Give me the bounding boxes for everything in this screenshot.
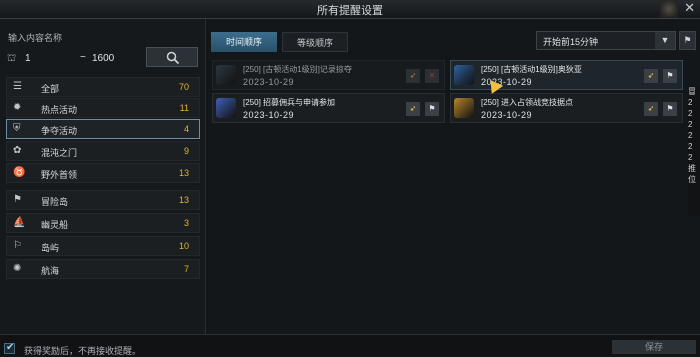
- left-panel: [0, 19, 206, 354]
- event-date: 2023-10-29: [481, 110, 533, 120]
- category-icon: ☰: [13, 81, 22, 92]
- side-glyph: 冒: [688, 87, 696, 96]
- category-count: 9: [183, 146, 189, 156]
- category-item[interactable]: ✹ 热点活动 11: [6, 98, 200, 118]
- category-count: 11: [179, 103, 189, 113]
- side-glyph: 推: [688, 164, 696, 173]
- side-glyph: 2: [688, 98, 693, 107]
- close-icon[interactable]: ✕: [684, 0, 695, 16]
- category-count: 10: [178, 241, 189, 251]
- share-icon[interactable]: ➶: [406, 102, 420, 116]
- category-item[interactable]: ✺ 航海 7: [6, 259, 200, 279]
- side-glyph: 2: [688, 109, 693, 118]
- search-label: 输入内容名称: [8, 33, 63, 43]
- category-name: 幽灵船: [41, 220, 69, 230]
- flag-icon[interactable]: ⚑: [425, 102, 439, 116]
- event-date: 2023-10-29: [243, 77, 295, 87]
- category-name: 热点活动: [41, 105, 78, 115]
- event-thumbnail: [216, 65, 236, 85]
- category-icon: ✹: [13, 102, 22, 113]
- checkbox-label: 获得奖励后，不再接收提醒。: [24, 346, 142, 356]
- side-info-strip: 冒 2 2 2 2 2 2 推 位: [688, 86, 700, 216]
- category-icon: ✿: [13, 145, 22, 156]
- save-button[interactable]: 保存: [612, 340, 696, 354]
- event-card[interactable]: [250] 进入占领战竞技据点 2023-10-29 ➶ ⚑: [450, 93, 683, 123]
- category-count: 13: [178, 168, 189, 178]
- category-item[interactable]: ☰ 全部 70: [6, 77, 200, 97]
- category-item[interactable]: ♉ 野外首领 13: [6, 163, 200, 183]
- event-date: 2023-10-29: [243, 110, 295, 120]
- search-icon: [166, 51, 180, 65]
- category-name: 航海: [41, 266, 60, 276]
- level-min-input[interactable]: 1: [25, 53, 31, 64]
- category-item[interactable]: ⚐ 岛屿 10: [6, 236, 200, 256]
- category-count: 13: [178, 195, 189, 205]
- dropdown-value: 开始前15分钟: [543, 37, 599, 47]
- side-glyph: 位: [688, 175, 696, 184]
- category-item[interactable]: ⚑ 冒险岛 13: [6, 190, 200, 210]
- category-name: 岛屿: [41, 243, 60, 253]
- category-name: 野外首领: [41, 170, 78, 180]
- event-title: [250] [古顿活动1级别]记录掠夺: [243, 65, 352, 74]
- category-icon: ⚐: [13, 240, 22, 251]
- flag-button[interactable]: ⚑: [679, 31, 696, 50]
- event-title: [250] [古顿活动1级别]奥狄亚: [481, 65, 582, 74]
- category-count: 3: [183, 218, 189, 228]
- check-icon: ✔: [6, 342, 15, 353]
- category-name: 冒险岛: [41, 197, 69, 207]
- category-count: 4: [183, 124, 189, 134]
- category-count: 7: [183, 264, 189, 274]
- decoration-icon: [660, 0, 678, 18]
- tab-level-order[interactable]: 等级顺序: [282, 32, 348, 52]
- event-title: [250] 招募佣兵与申请参加: [243, 98, 336, 107]
- event-thumbnail: [454, 65, 474, 85]
- title-bar: 所有提醒设置 ✕: [0, 0, 700, 19]
- flag-icon[interactable]: ⚑: [663, 102, 677, 116]
- category-icon: ✺: [13, 263, 22, 274]
- category-icon: ⛵: [13, 217, 26, 228]
- search-button[interactable]: [146, 47, 198, 67]
- event-card[interactable]: [250] [古顿活动1级别]记录掠夺 2023-10-29 ➶ ✕: [212, 60, 445, 90]
- tab-time-order[interactable]: 时间顺序: [211, 32, 277, 52]
- side-glyph: 2: [688, 142, 693, 151]
- category-name: 混沌之门: [41, 148, 78, 158]
- level-icon: ⛫: [7, 53, 17, 64]
- reminder-time-dropdown[interactable]: 开始前15分钟 ▼: [536, 31, 676, 50]
- side-glyph: 2: [688, 153, 693, 162]
- event-thumbnail: [454, 98, 474, 118]
- window-title: 所有提醒设置: [317, 5, 383, 17]
- category-count: 70: [178, 82, 189, 92]
- share-icon[interactable]: ➶: [644, 69, 658, 83]
- category-name: 争夺活动: [41, 126, 78, 136]
- share-icon[interactable]: ➶: [644, 102, 658, 116]
- category-item[interactable]: ✿ 混沌之门 9: [6, 141, 200, 161]
- level-max-input[interactable]: 1600: [92, 53, 114, 64]
- category-item[interactable]: ⛵ 幽灵船 3: [6, 213, 200, 233]
- category-icon: ♉: [13, 167, 26, 178]
- category-item[interactable]: ⛨ 争夺活动 4: [6, 119, 200, 139]
- event-thumbnail: [216, 98, 236, 118]
- side-glyph: 2: [688, 131, 693, 140]
- category-name: 全部: [41, 84, 60, 94]
- category-icon: ⚑: [13, 194, 22, 205]
- remove-icon[interactable]: ✕: [425, 69, 439, 83]
- share-icon[interactable]: ➶: [406, 69, 420, 83]
- event-title: [250] 进入占领战竞技据点: [481, 98, 574, 107]
- category-icon: ⛨: [13, 123, 21, 134]
- chevron-down-icon[interactable]: ▼: [655, 32, 675, 49]
- no-reminder-checkbox[interactable]: ✔: [4, 342, 15, 354]
- side-glyph: 2: [688, 120, 693, 129]
- range-separator: ~: [80, 52, 86, 63]
- event-card[interactable]: [250] 招募佣兵与申请参加 2023-10-29 ➶ ⚑: [212, 93, 445, 123]
- flag-icon[interactable]: ⚑: [663, 69, 677, 83]
